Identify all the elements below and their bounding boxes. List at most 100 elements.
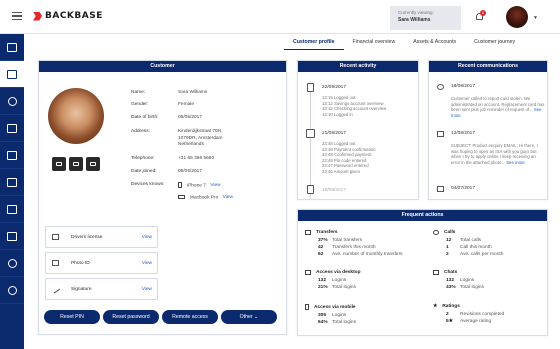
stat-value: 5★ (446, 319, 453, 325)
document-signature[interactable]: Signature View (45, 278, 158, 300)
activity-date: 21/09/2017 (322, 131, 347, 136)
sidebar-item-bank[interactable] (0, 169, 24, 196)
viewing-name: Sara Williams (398, 17, 431, 23)
communication-text: Customer called to report card stolen. W… (451, 96, 545, 118)
document-label: Photo ID (71, 261, 90, 266)
sidebar-item-documents[interactable] (0, 142, 24, 169)
section-title: Access via mobile (314, 304, 356, 310)
bank-icon (7, 177, 17, 187)
recent-activity-title: Recent activity (298, 61, 418, 72)
tab-bar: Customer profile Financial overview Asse… (284, 36, 524, 50)
card-icon (7, 123, 17, 133)
reset-password-button[interactable]: Reset password (103, 310, 159, 324)
info-label: Date of birth: (131, 115, 159, 120)
wallet-icon (7, 204, 17, 214)
stat-value: 62 (318, 252, 324, 258)
support-icon (7, 258, 17, 268)
sidebar-item-cards[interactable] (0, 115, 24, 142)
sidebar-item-accounts[interactable] (0, 196, 24, 223)
mobile-icon (305, 304, 309, 310)
remote-access-button[interactable]: Remote access (162, 310, 218, 324)
sidebar-item-payments[interactable] (0, 223, 24, 250)
other-button[interactable]: Other ⌄ (221, 310, 277, 324)
stat-label: Revisions completed (460, 312, 505, 317)
home-icon (7, 42, 17, 52)
tab-assets-accounts[interactable]: Assets & Accounts (404, 36, 465, 50)
customer-photo (48, 88, 104, 144)
document-photo-id[interactable]: Photo ID View (45, 252, 158, 274)
stat-value: 43% (446, 285, 456, 291)
star-icon: ★ (433, 304, 438, 309)
menu-icon[interactable] (12, 12, 22, 21)
chat-icon (90, 162, 96, 166)
frequent-actions-title: Frequent actions (298, 210, 547, 221)
mail-icon (73, 162, 79, 166)
info-value: Macbook Pro View (178, 195, 233, 202)
stat-value: 1 (446, 245, 449, 251)
tab-customer-journey[interactable]: Customer journey (465, 36, 524, 50)
sidebar-item-home[interactable] (0, 34, 24, 61)
communication-text: SUBJECT: Product enquiry EMAIL: Hi there… (451, 143, 545, 165)
see-more-link[interactable]: See more (506, 160, 525, 165)
info-label: Name: (131, 90, 146, 95)
document-label: Signature (71, 287, 92, 292)
phone-icon (7, 285, 17, 295)
info-value: Kinderdijkstraat 70H, 1079DR, Amsterdam … (178, 129, 223, 149)
stat-label: Logins (332, 313, 347, 318)
info-row-gender: Gender: Female (131, 102, 194, 109)
info-row-devices: Devices known: iPhone 7 View (131, 182, 221, 190)
document-view-link[interactable]: View (142, 261, 152, 266)
activity-event: 23:48 Confirmed payment (322, 152, 372, 158)
logo-mark-icon (33, 11, 42, 21)
chat-button[interactable] (86, 157, 100, 171)
info-value: +31 65 356 5680 (178, 156, 215, 161)
section-access-desktop: Access via desktop 132 Logins 21% Total lo… (305, 270, 361, 291)
section-title: Chats (444, 270, 458, 275)
info-row-address: Address: Kinderdijkstraat 70H, 1079DR, A… (131, 129, 223, 149)
info-row-date-joined: Date joined: 05/05/2017 (131, 169, 202, 176)
currently-viewing-panel[interactable]: Currently viewing: Sara Williams (390, 6, 461, 30)
email-button[interactable] (69, 157, 83, 171)
info-value: 05/05/2017 (178, 169, 203, 174)
laptop-icon (305, 270, 311, 275)
stat-label: Transfers this month (332, 245, 376, 251)
top-bar: BACKBASE Currently viewing: Sara William… (0, 0, 560, 34)
customer-icon (7, 69, 17, 79)
viewing-label: Currently viewing: (398, 10, 434, 15)
bell-icon[interactable]: 6 (475, 10, 486, 22)
chevron-down-icon: ⌄ (254, 314, 259, 320)
call-button[interactable] (52, 157, 66, 171)
info-label: Devices known: (131, 182, 165, 187)
customer-card-title: Customer (39, 61, 286, 72)
recent-activity-card: Recent activity 22/09/2017 13:15 Logged … (297, 60, 419, 200)
tab-customer-profile[interactable]: Customer profile (284, 36, 344, 50)
view-device-link[interactable]: View (210, 183, 220, 188)
sidebar-item-support[interactable] (0, 250, 24, 277)
view-device-link[interactable]: View (223, 195, 233, 200)
activity-event: 23:46 Amount given (322, 168, 360, 174)
document-view-link[interactable]: View (142, 287, 152, 292)
recent-communications-title: Recent communications (429, 61, 547, 72)
sidebar (0, 34, 24, 349)
info-row-name: Name: Sara Williams (131, 90, 207, 97)
document-view-link[interactable]: View (142, 235, 152, 240)
section-title: Access via desktop (316, 270, 361, 275)
stat-label: Total logins (332, 320, 356, 326)
stat-label: Logins (332, 278, 347, 283)
info-label: Address: (131, 129, 150, 134)
section-chats: Chats 132 Logins 43% Total logins (433, 270, 484, 291)
sidebar-item-customer[interactable] (0, 61, 24, 88)
stat-label: Average rating (460, 319, 492, 325)
tab-financial-overview[interactable]: Financial overview (344, 36, 405, 50)
reset-pin-button[interactable]: Reset PIN (44, 310, 100, 324)
notification-badge: 6 (480, 10, 486, 16)
info-label: Date joined: (131, 169, 157, 174)
communication-date: 18/08/2017 (451, 84, 476, 89)
stat-value: 37% (318, 238, 328, 243)
info-row-telephone: Telephone: +31 65 356 5680 (131, 156, 214, 163)
sidebar-item-calls[interactable] (0, 277, 24, 304)
document-drivers-license[interactable]: Drivers license View (45, 226, 158, 248)
user-avatar[interactable] (506, 6, 528, 28)
sidebar-item-search[interactable] (0, 88, 24, 115)
chevron-down-icon[interactable]: ▼ (533, 15, 538, 21)
